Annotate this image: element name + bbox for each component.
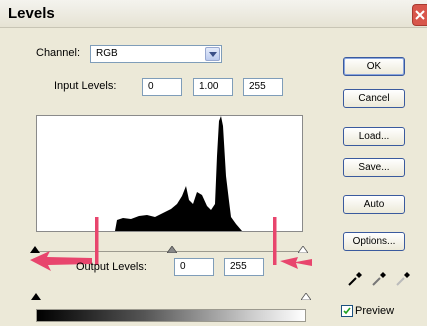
options-button[interactable]: Options... <box>343 232 405 251</box>
input-levels-label: Input Levels: <box>54 80 117 92</box>
output-gradient-bar <box>36 309 306 322</box>
output-white-field[interactable]: 255 <box>224 258 264 276</box>
channel-select[interactable]: RGB <box>90 45 222 63</box>
levels-panel: Channel: RGB Input Levels: 0 1.00 255 Ou… <box>0 27 427 326</box>
gray-eyedropper-icon[interactable] <box>371 271 387 287</box>
auto-button[interactable]: Auto <box>343 195 405 214</box>
chevron-down-icon <box>205 47 220 61</box>
checkmark-icon <box>343 307 351 315</box>
channel-label: Channel: <box>36 47 81 59</box>
channel-value: RGB <box>96 48 118 59</box>
histogram <box>36 115 303 232</box>
title-bar: Levels <box>0 0 427 28</box>
close-icon <box>415 10 425 20</box>
input-white-field[interactable]: 255 <box>243 78 283 96</box>
output-black-field[interactable]: 0 <box>174 258 214 276</box>
histogram-graph <box>115 116 242 231</box>
preview-label: Preview <box>355 305 395 317</box>
save-button[interactable]: Save... <box>343 158 405 177</box>
input-slider-track[interactable] <box>36 251 303 252</box>
input-black-field[interactable]: 0 <box>142 78 182 96</box>
cancel-button[interactable]: Cancel <box>343 89 405 108</box>
white-eyedropper-icon[interactable] <box>395 271 411 287</box>
window-title: Levels <box>8 5 55 22</box>
black-eyedropper-icon[interactable] <box>347 271 363 287</box>
close-button[interactable] <box>412 4 427 26</box>
ok-button[interactable]: OK <box>343 57 405 76</box>
output-white-slider[interactable] <box>301 293 311 300</box>
output-levels-label: Output Levels: <box>76 261 147 273</box>
output-black-slider[interactable] <box>31 293 41 300</box>
load-button[interactable]: Load... <box>343 127 405 146</box>
preview-checkbox[interactable] <box>341 305 353 317</box>
input-gamma-field[interactable]: 1.00 <box>193 78 233 96</box>
